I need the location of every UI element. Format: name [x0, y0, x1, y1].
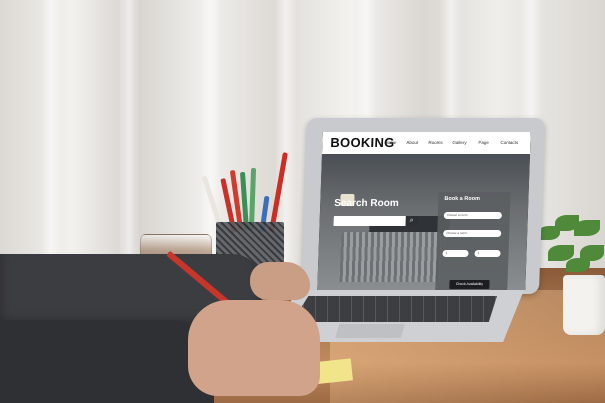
plant-pot — [563, 275, 605, 335]
booking-panel: Book a Room Choose a room Choose a room … — [434, 192, 511, 290]
nav-link-gallery[interactable]: Gallery — [452, 140, 466, 145]
right-hand — [188, 300, 320, 396]
nav-link-contacts[interactable]: Contacts — [500, 140, 518, 145]
photo-scene: BOOKING Home About Rooms Gallery Page Co… — [0, 0, 605, 403]
room-select[interactable]: Choose a room — [443, 212, 502, 219]
search-button[interactable]: ⌕ — [405, 216, 418, 226]
search-input[interactable] — [333, 216, 414, 226]
laptop-trackpad — [335, 324, 405, 338]
nav-link-about[interactable]: About — [406, 140, 418, 145]
pencil — [248, 167, 257, 231]
rooms-count-select[interactable]: 1 — [474, 250, 501, 257]
laptop-screen: BOOKING Home About Rooms Gallery Page Co… — [317, 132, 531, 290]
check-availability-button[interactable]: Check Availability — [449, 280, 490, 289]
laptop-keyboard — [292, 296, 497, 322]
left-hand — [250, 262, 310, 300]
room-select-2[interactable]: Choose a room — [443, 230, 502, 237]
nav-link-home[interactable]: Home — [384, 140, 396, 145]
plant-leaf — [574, 220, 600, 236]
hero-section: Search Room ⌕ Book a Room Choose a room … — [317, 154, 530, 290]
right-arm-sleeve — [0, 320, 214, 403]
booking-panel-title: Book a Room — [444, 196, 480, 202]
plant-leaf — [566, 258, 590, 272]
search-title: Search Room — [334, 198, 399, 209]
guests-select[interactable]: 1 — [442, 250, 469, 257]
website-navbar: BOOKING Home About Rooms Gallery Page Co… — [321, 132, 531, 154]
search-icon: ⌕ — [409, 217, 414, 224]
bed — [339, 232, 442, 282]
nav-link-page[interactable]: Page — [478, 140, 489, 145]
nav-link-rooms[interactable]: Rooms — [428, 140, 442, 145]
